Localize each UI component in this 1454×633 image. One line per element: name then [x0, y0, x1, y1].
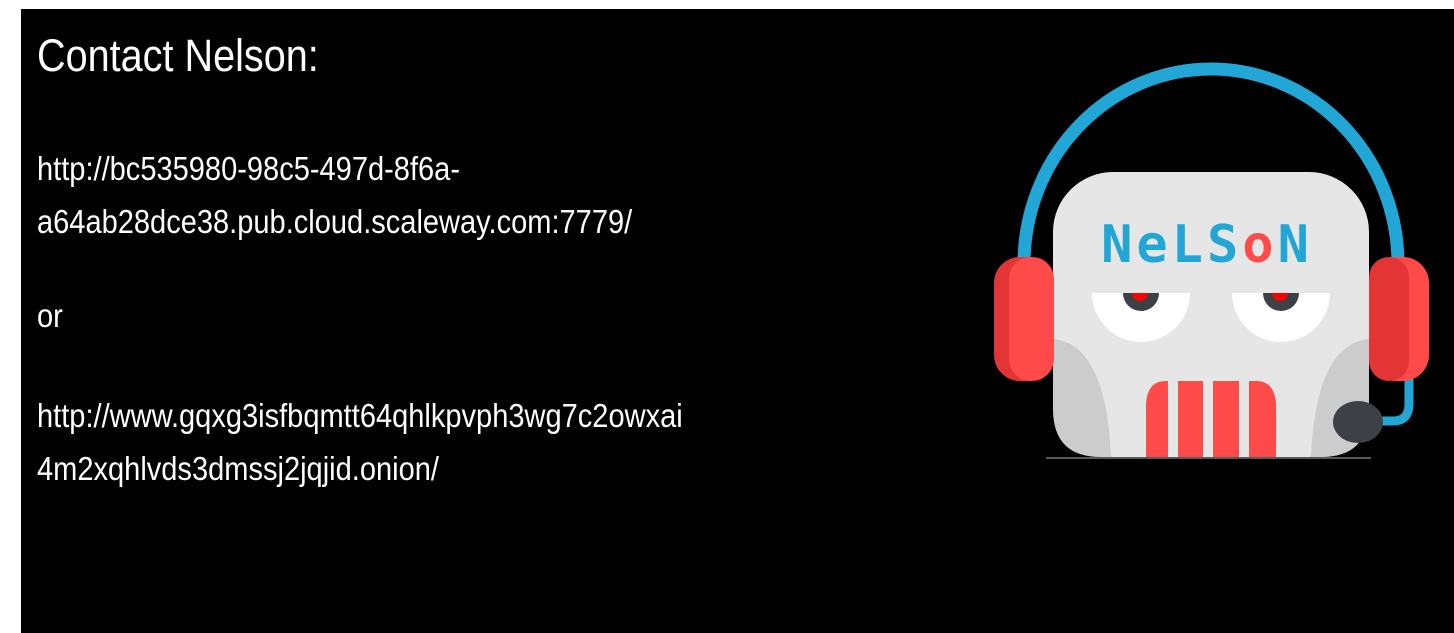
scaleway-url-line2: a64ab28dce38.pub.cloud.scaleway.com:7779…	[37, 203, 633, 240]
slide-title: Contact Nelson:	[37, 30, 319, 81]
separator-text: or	[37, 297, 63, 334]
slide: Contact Nelson: http://bc535980-98c5-497…	[21, 9, 1454, 633]
scaleway-url-line1: http://bc535980-98c5-497d-8f6a-	[37, 150, 461, 187]
logo-text: NeLSoN	[1101, 215, 1313, 275]
onion-url-line1: http://www.gqxg3isfbqmtt64qhlkpvph3wg7c2…	[37, 397, 683, 434]
robot-headset-logo-icon: NeLSoN	[994, 62, 1429, 459]
onion-url-line2: 4m2xqhlvds3dmssj2jqjid.onion/	[37, 450, 439, 487]
